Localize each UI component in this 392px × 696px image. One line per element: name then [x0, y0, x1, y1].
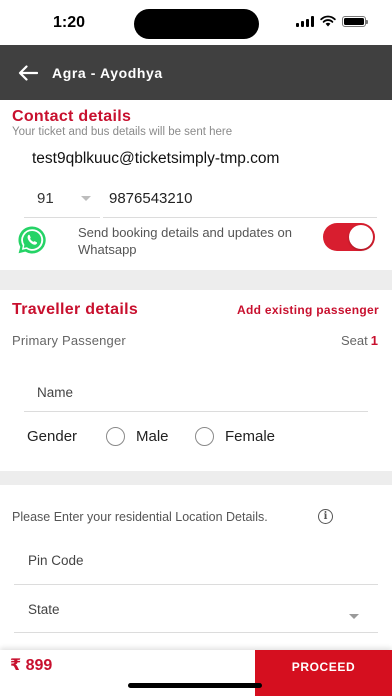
state-underline: [14, 632, 378, 633]
toggle-knob: [349, 225, 373, 249]
pin-code-underline: [14, 584, 378, 585]
status-bar: 1:20: [0, 0, 392, 45]
country-code-underline: [24, 217, 100, 218]
pin-code-input[interactable]: Pin Code: [28, 553, 84, 568]
camera-notch: [134, 9, 259, 39]
whatsapp-icon: [18, 226, 46, 254]
chevron-down-icon[interactable]: [349, 614, 359, 619]
arrow-left-icon: [18, 64, 38, 81]
seat-info: Seat 1: [341, 333, 378, 348]
status-time: 1:20: [53, 14, 86, 31]
whatsapp-optin-label: Send booking details and updates on What…: [78, 225, 292, 257]
gender-female-radio[interactable]: [195, 427, 214, 446]
traveller-section-title: Traveller details: [12, 301, 139, 318]
email-field[interactable]: test9qblkuuc@ticketsimply-tmp.com: [32, 150, 279, 168]
status-icons: [296, 15, 368, 27]
seat-label: Seat: [341, 333, 368, 348]
contact-subtitle: Your ticket and bus details will be sent…: [12, 126, 233, 138]
back-button[interactable]: [0, 45, 56, 100]
info-icon[interactable]: i: [318, 509, 333, 524]
phone-underline: [103, 217, 377, 218]
battery-icon: [342, 15, 368, 27]
signal-icon: [296, 15, 314, 27]
gender-male-label[interactable]: Male: [136, 428, 169, 445]
state-select[interactable]: State: [28, 602, 60, 617]
wifi-icon: [320, 15, 336, 27]
whatsapp-toggle[interactable]: [323, 223, 375, 251]
seat-number: 1: [370, 333, 378, 348]
country-code-select[interactable]: 91: [37, 190, 54, 207]
phone-field[interactable]: 9876543210: [109, 190, 192, 207]
contact-section-title: Contact details: [12, 108, 132, 125]
name-input[interactable]: Name: [37, 385, 73, 400]
route-title: Agra - Ayodhya: [52, 64, 163, 81]
section-divider: [0, 270, 392, 290]
chevron-down-icon[interactable]: [81, 196, 91, 201]
primary-passenger-label: Primary Passenger: [12, 333, 126, 348]
gender-male-radio[interactable]: [106, 427, 125, 446]
location-prompt: Please Enter your residential Location D…: [12, 510, 268, 524]
home-indicator: [128, 683, 262, 688]
total-fare: ₹ 899: [10, 657, 53, 674]
name-underline: [24, 411, 368, 412]
add-existing-passenger-link[interactable]: Add existing passenger: [237, 303, 379, 317]
proceed-button[interactable]: PROCEED: [255, 650, 392, 696]
gender-female-label[interactable]: Female: [225, 428, 275, 445]
gender-label: Gender: [27, 428, 78, 445]
section-divider: [0, 471, 392, 485]
app-header: Agra - Ayodhya: [0, 45, 392, 100]
